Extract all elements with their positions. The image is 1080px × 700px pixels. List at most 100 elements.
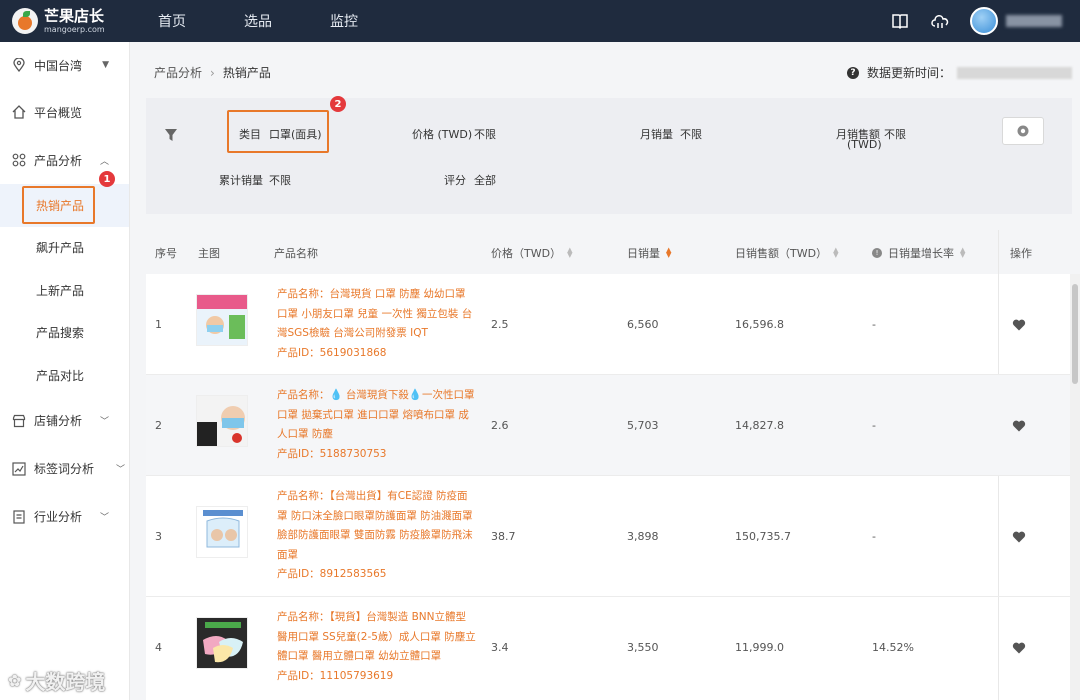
table-row[interactable]: 1 产品名称：台灣現貨 口罩 防塵 幼幼口罩 口罩 小朋友口罩 兒童 一次性 獨… [146,274,1072,375]
sidebar-item-label: 行业分析 [34,510,83,524]
row-index: 2 [155,419,162,432]
chevron-down-icon: ﹀ [99,417,109,427]
daily-sales-cell: 5,703 [627,419,659,432]
highlight-box-1 [22,186,95,224]
watermark: ✿ 大数跨境 [8,670,106,694]
filter-monthly-sales-value[interactable]: 不限 [680,126,702,142]
nav-monitor[interactable]: 监控 [330,0,416,42]
scrollbar[interactable] [1070,274,1080,700]
product-thumbnail[interactable] [196,395,248,447]
avatar[interactable] [970,7,998,35]
table-row[interactable]: 3 产品名称：【台灣出貨】有CE認證 防疫面 罩 防口沫全臉口眼罩防護面罩 防油… [146,476,1072,597]
filter-rating-label: 评分 [444,174,466,187]
annotation-badge-2: 2 [330,96,346,112]
filter-category-value[interactable]: 口罩(面具) [269,126,322,142]
table-row[interactable]: 4 产品名称：【現貨】台灣製造 BNN立體型 醫用口罩 SS兒童(2-5歲）成人… [146,597,1072,700]
row-index: 1 [155,318,162,331]
caret-down-icon: ▼ [102,60,109,70]
sidebar-item-tag-analysis[interactable]: 标签词分析 ﹀ [0,445,129,493]
sidebar-subitem-label: 产品对比 [36,368,85,383]
col-price[interactable]: 价格（TWD） ▲ ▼ [491,245,572,261]
nav-product-selection[interactable]: 选品 [244,0,330,42]
filter-monthly-revenue-value[interactable]: 不限 [884,126,906,142]
chevron-down-icon: ﹀ [115,465,125,475]
price-cell: 38.7 [491,530,516,543]
product-id: 产品ID：8912583565 [277,568,387,580]
daily-sales-cell: 6,560 [627,318,659,331]
settings-button[interactable] [1002,117,1044,145]
logo-domain: mangoerp.com [44,24,105,34]
sort-icon: ▲ ▼ [960,246,966,259]
col-index: 序号 [155,247,177,260]
location-pin-icon [12,58,26,72]
region-selector[interactable]: 中国台湾 ▼ [0,42,129,88]
table-header: 序号 主图 产品名称 价格（TWD） ▲ ▼ 日销量 ▲ ▼ 日销售额（TWD） ▲… [146,230,1072,274]
sidebar: 中国台湾 ▼ 平台概览 产品分析 ︿ 热销产品 1 飙升产品 上新产品 产品搜索… [0,42,130,700]
product-name[interactable]: 产品名称：台灣現貨 口罩 防塵 幼幼口罩 口罩 小朋友口罩 兒童 一次性 獨立包… [277,285,477,363]
daily-revenue-cell: 150,735.7 [735,530,791,543]
sidebar-subitem-hot-products[interactable]: 热销产品 1 [0,171,129,227]
sidebar-item-industry-analysis[interactable]: 行业分析 ﹀ [0,493,129,541]
product-name[interactable]: 产品名称：💧 台灣現貨下殺💧一次性口罩 口罩 拋棄式口罩 進口口罩 熔噴布口罩 … [277,386,477,464]
sidebar-item-overview[interactable]: 平台概览 [0,88,129,136]
col-growth[interactable]: ! 日销量增长率 ▲ ▼ [872,245,965,261]
update-label: 数据更新时间： [866,66,951,80]
sidebar-subitem-product-search[interactable]: 产品搜索 [0,312,129,355]
filter-rating-value[interactable]: 全部 [474,172,496,188]
product-thumbnail[interactable] [196,617,248,669]
col-daily-sales[interactable]: 日销量 ▲ ▼ [627,245,671,261]
grid-icon [12,153,26,167]
table-row[interactable]: 2 产品名称：💧 台灣現貨下殺💧一次性口罩 口罩 拋棄式口罩 進口口罩 熔噴布口… [146,375,1072,476]
product-name[interactable]: 产品名称：【台灣出貨】有CE認證 防疫面 罩 防口沫全臉口眼罩防護面罩 防油濺面… [277,487,477,585]
sidebar-subitem-new-products[interactable]: 上新产品 [0,269,129,312]
col-daily-revenue[interactable]: 日销售额（TWD） ▲ ▼ [735,245,838,261]
scrollbar-thumb[interactable] [1072,284,1078,384]
heart-icon[interactable] [1012,530,1026,544]
top-navbar: 芒果店长 mangoerp.com 首页 选品 监控 [0,0,1080,42]
heart-icon[interactable] [1012,641,1026,655]
growth-cell: - [872,530,876,543]
product-thumbnail[interactable] [196,506,248,558]
col-image: 主图 [198,247,220,260]
region-label: 中国台湾 [34,58,83,73]
main-nav: 首页 选品 监控 [158,0,416,42]
nav-home[interactable]: 首页 [158,0,244,42]
sort-active-icon: ▲ ▼ [666,246,672,259]
update-time-redacted [957,66,1072,79]
filter-total-sales-value[interactable]: 不限 [269,172,291,188]
product-id: 产品ID：11105793619 [277,669,394,682]
product-thumbnail[interactable] [196,294,248,346]
product-table: 序号 主图 产品名称 价格（TWD） ▲ ▼ 日销量 ▲ ▼ 日销售额（TWD） ▲… [146,230,1072,700]
filter-price-label: 价格 (TWD) [412,128,473,141]
product-name[interactable]: 产品名称：【現貨】台灣製造 BNN立體型 醫用口罩 SS兒童(2-5歲）成人口罩… [277,608,477,686]
growth-cell: - [872,318,876,331]
daily-revenue-cell: 16,596.8 [735,318,784,331]
breadcrumb-parent[interactable]: 产品分析 [154,64,202,81]
cloud-icon[interactable] [930,11,950,31]
sidebar-item-shop-analysis[interactable]: 店铺分析 ﹀ [0,397,129,445]
breadcrumb: 产品分析 › 热销产品 [154,64,271,81]
price-cell: 3.4 [491,641,509,654]
growth-cell: 14.52% [872,641,914,654]
sidebar-subitem-label: 上新产品 [36,283,85,298]
username-redacted[interactable] [1006,15,1062,27]
breadcrumb-current: 热销产品 [222,66,271,80]
heart-icon[interactable] [1012,419,1026,433]
book-icon[interactable] [890,11,910,31]
filter-price-value[interactable]: 不限 [474,126,496,142]
heart-icon[interactable] [1012,318,1026,332]
sidebar-subitem-product-compare[interactable]: 产品对比 [0,354,129,397]
gear-icon [1017,125,1029,137]
product-id: 产品ID：5619031868 [277,346,387,359]
help-icon[interactable]: ? [846,66,859,79]
sort-icon: ▲ ▼ [833,246,839,259]
filter-panel: 2 类目 口罩(面具) 价格 (TWD) 不限 月销量 不限 月销售额 (TWD… [146,96,1072,214]
app-logo[interactable]: 芒果店长 mangoerp.com [0,0,130,42]
filter-total-sales-label: 累计销量 [219,174,263,187]
sidebar-subitem-rising-products[interactable]: 飙升产品 [0,227,129,270]
price-cell: 2.5 [491,318,509,331]
filter-icon[interactable] [164,128,178,142]
watermark-logo-icon: ✿ [8,671,22,690]
sidebar-item-label: 平台概览 [34,105,83,120]
sidebar-subitem-label: 产品搜索 [36,326,85,341]
